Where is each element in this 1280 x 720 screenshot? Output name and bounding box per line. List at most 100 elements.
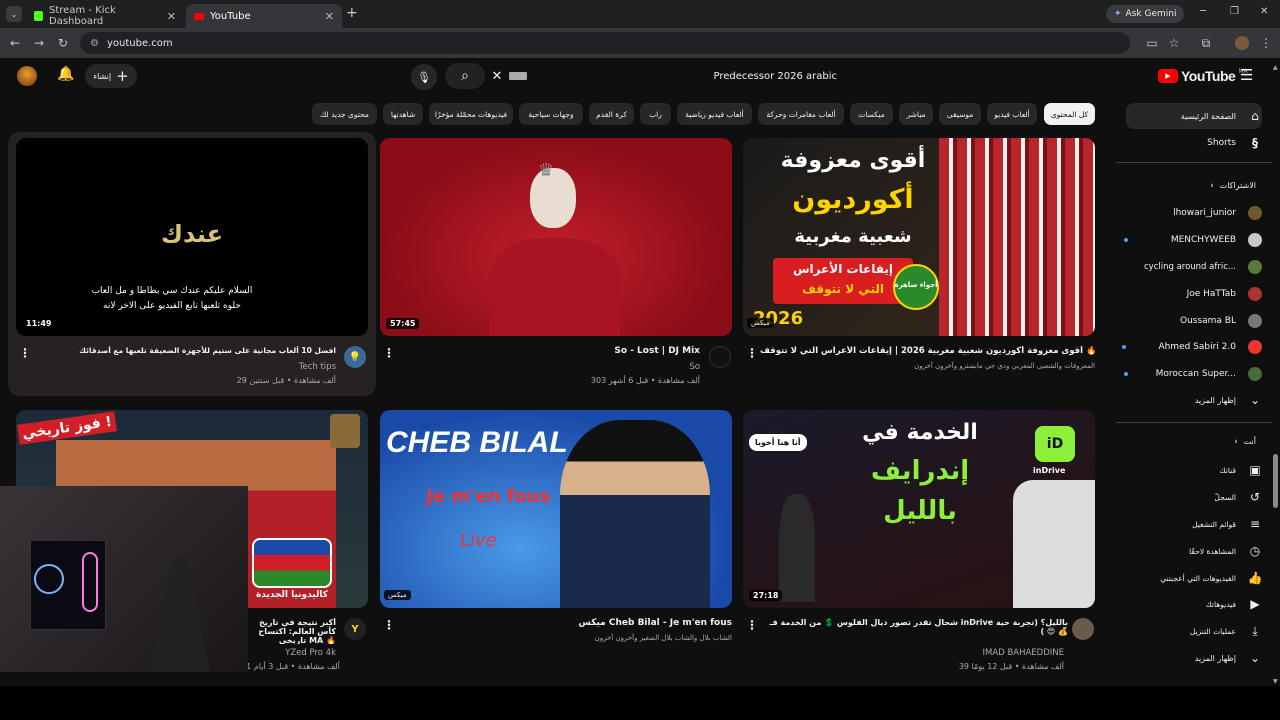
more-actions-icon[interactable]: ⋮ xyxy=(746,618,758,632)
channel-name[interactable]: YZed Pro 4k xyxy=(250,648,336,658)
video-title[interactable]: افضل 10 ألعاب مجانية على ستيم للأجهزة ال… xyxy=(40,346,336,355)
create-button[interactable]: إنشاء + xyxy=(85,64,137,88)
close-tab-icon[interactable]: ✕ xyxy=(167,10,176,23)
page-scrollbar-thumb[interactable] xyxy=(1273,454,1278,508)
voice-search-button[interactable]: 🎙 xyxy=(411,64,437,90)
chip[interactable]: ميكسات xyxy=(850,103,893,125)
scroll-down-arrow-icon[interactable]: ▼ xyxy=(1273,678,1278,685)
sidebar-item-subscription[interactable]: Oussama BL xyxy=(1180,311,1264,331)
bookmark-star-icon[interactable]: ☆ xyxy=(1166,35,1182,51)
more-actions-icon[interactable]: ⋮ xyxy=(383,618,395,632)
youtube-logo[interactable]: ▶ YouTube MA xyxy=(1158,68,1248,84)
video-title[interactable]: شحال تقدر تصور ديال الفلوس 💲 من الخدمة ف… xyxy=(760,618,1068,644)
channel-name[interactable]: Tech tips xyxy=(40,362,336,372)
sidebar-item-shorts[interactable]: Shorts § xyxy=(1207,133,1264,153)
close-tab-icon[interactable]: ✕ xyxy=(325,10,334,23)
clear-search-icon[interactable]: ✕ xyxy=(485,69,509,84)
site-info-icon[interactable]: ⚙ xyxy=(90,38,99,49)
chip[interactable]: ألعاب مغامرات وحركة xyxy=(758,103,844,125)
sidebar-item-your-videos[interactable]: فيديوهاتك ▶ xyxy=(1206,594,1264,614)
channel-name[interactable]: الشاب بلال والشاب بلال الصغير وآخرون آخر… xyxy=(400,634,732,642)
sidebar-item-subscription[interactable]: Moroccan Super... xyxy=(1124,364,1264,384)
chip[interactable]: محتوى جديد لك xyxy=(312,103,377,125)
keyboard-icon[interactable] xyxy=(509,72,527,80)
sidebar-item-history[interactable]: السجلّ ↺ xyxy=(1214,487,1264,507)
search-input[interactable] xyxy=(535,70,847,82)
channel-name[interactable]: المعزوفات والشعبي المغربي ودي جي مايسترو… xyxy=(760,362,1095,370)
home-icon: ⌂ xyxy=(1251,109,1259,123)
sidebar-item-subscription[interactable]: Ahmed Sabiri 2.0 xyxy=(1122,337,1264,357)
chip[interactable]: ألعاب فيديو xyxy=(987,103,1037,125)
channel-avatar[interactable]: 💡 xyxy=(344,346,366,368)
you-title: أنت xyxy=(1243,437,1256,446)
sidebar-show-more[interactable]: إظهار المزيد ⌄ xyxy=(1195,390,1264,410)
reload-icon[interactable]: ↻ xyxy=(55,35,71,51)
video-title[interactable]: ميكس 🔥 أقوى معزوفة أكورديون شعبية مغربية… xyxy=(760,346,1095,356)
video-thumbnail[interactable]: عندك السلام عليكم عندك سي بطاطا و مل الع… xyxy=(16,138,368,336)
sidebar-item-label: الفيديوهات التي أعجبتني xyxy=(1160,573,1236,583)
search-button[interactable]: ⌕ xyxy=(445,63,485,89)
more-actions-icon[interactable]: ⋮ xyxy=(383,346,395,360)
you-heading[interactable]: › أنت xyxy=(1234,437,1256,447)
channel-avatar[interactable]: Y xyxy=(344,618,366,640)
chip[interactable]: كرة القدم xyxy=(589,103,634,125)
sidebar-item-your-channel[interactable]: قناتك ▣ xyxy=(1219,460,1264,480)
video-title[interactable]: So - Lost | DJ Mix xyxy=(400,346,700,356)
video-thumbnail[interactable]: أقوى معزوفة أكورديون شعبية مغربية إيقاعا… xyxy=(743,138,1095,336)
chip[interactable]: موسيقى xyxy=(939,103,981,125)
bottom-letterbox xyxy=(0,686,1280,720)
video-thumbnail[interactable]: CHEB BILAL Je m'en fous Live ميكس xyxy=(380,410,732,608)
sidebar-item-watch-later[interactable]: المشاهدة لاحقًا ◷ xyxy=(1189,541,1264,561)
chip[interactable]: شاهدتها xyxy=(383,103,423,125)
video-title[interactable]: أكبر نتيجة في تاريخ كأس العالم: اكتساح ت… xyxy=(250,618,336,644)
maximize-button[interactable]: ❐ xyxy=(1230,6,1239,17)
forward-arrow-icon[interactable]: → xyxy=(31,35,47,51)
duration-badge: 11:49 xyxy=(22,318,56,329)
new-tab-button[interactable]: + xyxy=(346,5,358,21)
sidebar-item-subscription[interactable]: Joe HaTTab xyxy=(1187,284,1264,304)
cast-icon[interactable]: ▭ xyxy=(1144,35,1160,51)
chip[interactable]: وجهات سياحية xyxy=(519,103,583,125)
chip[interactable]: كل المحتوى xyxy=(1044,103,1095,125)
back-arrow-icon[interactable]: ← xyxy=(7,35,23,51)
sidebar-item-subscription[interactable]: cycling around afric... xyxy=(1144,257,1264,277)
close-window-button[interactable]: ✕ xyxy=(1260,6,1268,17)
sidebar-item-downloads[interactable]: عمليات التنزيل ⤓ xyxy=(1190,621,1264,641)
guide-menu-icon[interactable]: ☰ xyxy=(1240,66,1253,84)
video-thumbnail[interactable]: أنا هنا أخويا الخدمة في إندرايف بالليل i… xyxy=(743,410,1095,608)
address-bar[interactable]: ⚙ youtube.com xyxy=(80,32,1130,54)
channel-name[interactable]: IMAD BAHAEDDINE xyxy=(760,648,1064,658)
video-thumbnail[interactable]: ♛ 57:45 xyxy=(380,138,732,336)
extensions-icon[interactable]: ⧉ xyxy=(1198,35,1214,51)
sidebar-show-more[interactable]: إظهار المزيد ⌄ xyxy=(1195,648,1264,668)
channel-avatar[interactable] xyxy=(1072,618,1094,640)
minimize-button[interactable]: ─ xyxy=(1200,6,1206,17)
chip[interactable]: ألعاب فيديو رياضية xyxy=(677,103,752,125)
profile-avatar[interactable] xyxy=(1234,35,1250,51)
more-actions-icon[interactable]: ⋮ xyxy=(19,346,31,360)
subscriptions-heading[interactable]: › الاشتراكات xyxy=(1210,181,1256,191)
sidebar-item-subscription[interactable]: lhowari_junior xyxy=(1173,203,1264,223)
sidebar-item-playlists[interactable]: قوائم التشغيل ≡ xyxy=(1192,514,1264,534)
channel-avatar[interactable] xyxy=(709,346,731,368)
tab-youtube[interactable]: YouTube ✕ xyxy=(186,4,342,28)
sidebar-item-liked-videos[interactable]: الفيديوهات التي أعجبتني 👍 xyxy=(1160,568,1264,588)
video-title[interactable]: ميكس Cheb Bilal - Je m'en fous xyxy=(400,618,732,628)
more-actions-icon[interactable]: ⋮ xyxy=(746,346,758,360)
chip[interactable]: فيديوهات محمّلة مؤخرًا xyxy=(429,103,513,125)
tab-kick-dashboard[interactable]: Stream - Kick Dashboard ✕ xyxy=(26,4,184,28)
tab-list-button[interactable]: ⌄ xyxy=(6,6,22,22)
account-avatar[interactable] xyxy=(17,66,37,86)
flag-image xyxy=(252,538,332,588)
browser-menu-icon[interactable]: ⋮ xyxy=(1258,35,1274,51)
sidebar-item-home[interactable]: الصفحة الرئيسية ⌂ xyxy=(1181,106,1264,126)
scroll-up-arrow-icon[interactable]: ▲ xyxy=(1273,64,1278,71)
page-scrollbar-track[interactable] xyxy=(1272,62,1280,686)
chip[interactable]: راب xyxy=(640,103,671,125)
gemini-icon: ✦ xyxy=(1114,9,1122,19)
sidebar-item-subscription[interactable]: MENCHYWEEB xyxy=(1124,230,1264,250)
channel-name[interactable]: So xyxy=(400,362,700,372)
ask-gemini-button[interactable]: ✦ Ask Gemini xyxy=(1106,5,1185,23)
notifications-bell-icon[interactable]: 🔔 xyxy=(57,66,74,82)
chip[interactable]: مباشر xyxy=(899,103,933,125)
